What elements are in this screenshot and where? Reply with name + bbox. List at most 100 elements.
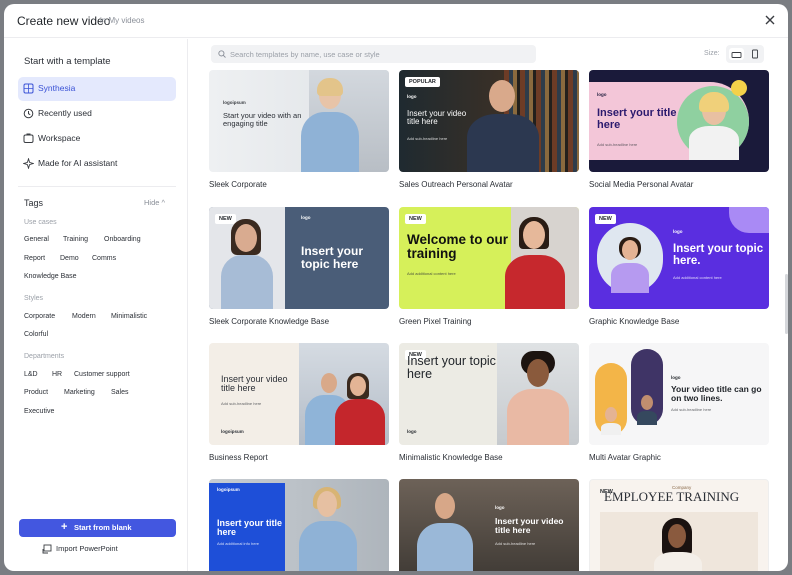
template-title: Insert your video title here bbox=[221, 374, 288, 394]
start-from-blank-button[interactable]: + Start from blank bbox=[19, 519, 176, 537]
logo: logo bbox=[407, 94, 417, 99]
logo: logo bbox=[407, 429, 417, 434]
template-title: EMPLOYEE TRAINING bbox=[604, 489, 740, 504]
template-title: Insert your video title here bbox=[407, 109, 467, 127]
hide-tags-button[interactable]: Hide ^ bbox=[144, 198, 165, 207]
workspace-icon bbox=[23, 133, 34, 143]
template-name: Sleek Corporate bbox=[209, 180, 267, 189]
template-card[interactable]: NEW Welcome to our training Add addition… bbox=[399, 207, 579, 326]
new-badge: NEW bbox=[405, 214, 426, 224]
tag-chip[interactable]: Executive bbox=[24, 408, 54, 415]
template-thumbnail: logoipsum Insert your title here Add add… bbox=[209, 479, 389, 571]
sidebar-heading: Start with a template bbox=[24, 56, 111, 67]
tag-chip[interactable]: Minimalistic bbox=[111, 313, 147, 320]
template-name: Multi Avatar Graphic bbox=[589, 453, 661, 462]
template-card[interactable]: logo Insert your title here Add sub-head… bbox=[589, 70, 769, 189]
logo: logo bbox=[671, 375, 681, 380]
template-name: Graphic Knowledge Base bbox=[589, 317, 680, 326]
template-subtitle: Add sub-headline here bbox=[671, 407, 712, 412]
logo: logo bbox=[495, 505, 505, 510]
chevron-up-icon: ^ bbox=[161, 198, 166, 207]
tag-chip[interactable]: Comms bbox=[92, 255, 116, 262]
size-label: Size: bbox=[704, 50, 720, 57]
template-card[interactable]: logoipsum Insert your title here Add add… bbox=[209, 479, 389, 571]
import-powerpoint-button[interactable]: Import PowerPoint bbox=[56, 544, 118, 553]
template-card[interactable]: NEW logo Insert your topic here. Add add… bbox=[589, 207, 769, 326]
template-thumbnail: Insert your video title here Add sub-hea… bbox=[209, 343, 389, 445]
template-title: Insert your title here bbox=[597, 107, 677, 131]
template-name: Business Report bbox=[209, 453, 268, 462]
template-card[interactable]: logo Your video title can go on two line… bbox=[589, 343, 769, 462]
search-input[interactable]: Search templates by name, use case or st… bbox=[211, 45, 536, 63]
tag-group-label: Departments bbox=[24, 353, 65, 360]
logo: logo bbox=[301, 215, 311, 220]
grid-icon bbox=[23, 83, 34, 94]
tag-chip[interactable]: Corporate bbox=[24, 313, 55, 320]
create-video-modal: Create new video in My videos Start with… bbox=[4, 4, 788, 571]
tag-chip[interactable]: Colorful bbox=[24, 331, 48, 338]
template-thumbnail: logoipsum Start your video with an engag… bbox=[209, 70, 389, 172]
import-icon bbox=[42, 544, 52, 554]
template-thumbnail: logo Insert your video title here Add su… bbox=[399, 479, 579, 571]
template-card[interactable]: NEW Insert your topic here logo Minimali… bbox=[399, 343, 579, 462]
sidebar-item-synthesia[interactable]: Synthesia bbox=[18, 77, 176, 101]
template-thumbnail: NEW Company EMPLOYEE TRAINING bbox=[589, 479, 769, 571]
sparkle-icon bbox=[23, 158, 34, 169]
landscape-icon bbox=[731, 52, 742, 58]
template-thumbnail: NEW Welcome to our training Add addition… bbox=[399, 207, 579, 309]
template-subtitle: Add sub-headline here bbox=[407, 136, 448, 141]
portrait-icon[interactable] bbox=[750, 48, 760, 60]
tag-chip[interactable]: Modern bbox=[72, 313, 96, 320]
scrollbar[interactable] bbox=[785, 274, 788, 334]
sidebar-item-label: Workspace bbox=[38, 133, 81, 143]
sidebar-divider bbox=[18, 186, 176, 187]
template-card[interactable]: NEW logo Insert your topic here Sleek Co… bbox=[209, 207, 389, 326]
modal-subtitle: in My videos bbox=[100, 16, 145, 25]
logo: logo bbox=[673, 229, 683, 234]
tag-chip[interactable]: Demo bbox=[60, 255, 79, 262]
template-card[interactable]: logoipsum Start your video with an engag… bbox=[209, 70, 389, 189]
sidebar-item-ai-assistant[interactable]: Made for AI assistant bbox=[18, 152, 176, 176]
template-card[interactable]: POPULAR logo Insert your video title her… bbox=[399, 70, 579, 189]
tag-chip[interactable]: HR bbox=[52, 371, 62, 378]
template-subtitle: Add sub-headline here bbox=[597, 142, 638, 147]
tag-chip[interactable]: General bbox=[24, 236, 49, 243]
template-card[interactable]: NEW Company EMPLOYEE TRAINING bbox=[589, 479, 769, 571]
hide-label: Hide bbox=[144, 198, 160, 207]
tag-chip[interactable]: Onboarding bbox=[104, 236, 141, 243]
tag-chip[interactable]: Customer support bbox=[74, 371, 130, 378]
tag-chip[interactable]: Product bbox=[24, 389, 48, 396]
template-thumbnail: POPULAR logo Insert your video title her… bbox=[399, 70, 579, 172]
sidebar-item-workspace[interactable]: Workspace bbox=[18, 127, 176, 151]
tag-chip[interactable]: Report bbox=[24, 255, 45, 262]
tag-chip[interactable]: Knowledge Base bbox=[24, 273, 77, 280]
close-icon[interactable] bbox=[763, 13, 777, 27]
tag-chip[interactable]: L&D bbox=[24, 371, 38, 378]
sidebar-item-recently-used[interactable]: Recently used bbox=[18, 102, 176, 126]
size-landscape-button[interactable] bbox=[729, 48, 744, 60]
template-thumbnail: NEW Insert your topic here logo bbox=[399, 343, 579, 445]
popular-badge: POPULAR bbox=[405, 77, 440, 87]
template-name: Social Media Personal Avatar bbox=[589, 180, 694, 189]
tags-heading: Tags bbox=[24, 198, 44, 208]
template-card[interactable]: Insert your video title here Add sub-hea… bbox=[209, 343, 389, 462]
template-card[interactable]: logo Insert your video title here Add su… bbox=[399, 479, 579, 571]
template-title: Insert your video title here bbox=[495, 516, 564, 535]
template-title: Your video title can go on two lines. bbox=[671, 384, 762, 403]
template-thumbnail: logo Your video title can go on two line… bbox=[589, 343, 769, 445]
new-badge: NEW bbox=[595, 214, 616, 224]
template-title: Start your video with an engaging title bbox=[223, 111, 302, 128]
start-blank-label: Start from blank bbox=[74, 523, 132, 532]
template-grid: logoipsum Start your video with an engag… bbox=[209, 70, 779, 571]
template-name: Sales Outreach Personal Avatar bbox=[399, 180, 513, 189]
template-thumbnail: NEW logo Insert your topic here bbox=[209, 207, 389, 309]
template-title: Insert your topic here bbox=[301, 244, 364, 271]
tag-chip[interactable]: Sales bbox=[111, 389, 129, 396]
template-name: Sleek Corporate Knowledge Base bbox=[209, 317, 330, 326]
tag-chip[interactable]: Training bbox=[63, 236, 88, 243]
sidebar-item-label: Made for AI assistant bbox=[38, 158, 118, 168]
tag-chip[interactable]: Marketing bbox=[64, 389, 95, 396]
template-subtitle: Add additional content here bbox=[407, 271, 456, 276]
logo: logo bbox=[597, 92, 607, 97]
logo: logoipsum bbox=[221, 429, 244, 434]
